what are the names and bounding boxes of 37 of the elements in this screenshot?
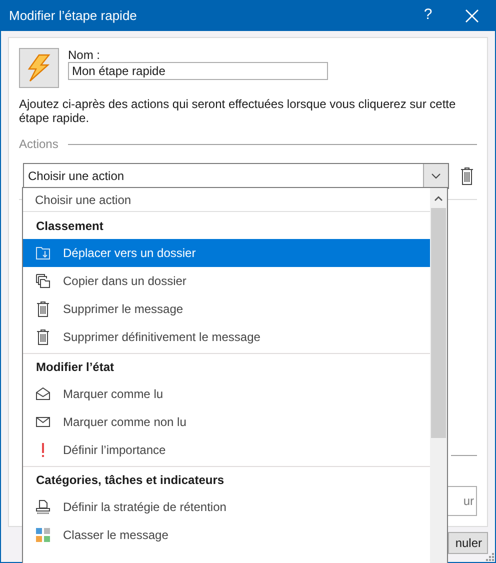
group-header: Catégories, tâches et indicateurs bbox=[36, 472, 224, 489]
copy-icon bbox=[35, 273, 51, 289]
help-button[interactable]: ? bbox=[413, 0, 443, 30]
scrollbar-thumb[interactable] bbox=[431, 208, 446, 438]
dropdown-item[interactable]: Classer le message bbox=[23, 521, 430, 549]
shredder-icon bbox=[35, 499, 51, 515]
trash-icon bbox=[35, 301, 51, 317]
cancel-button[interactable]: nuler bbox=[448, 532, 488, 554]
group-header: Classement bbox=[36, 218, 104, 234]
dropdown-item[interactable]: Supprimer définitivement le message bbox=[23, 323, 430, 351]
window-title: Modifier l’étape rapide bbox=[9, 6, 138, 25]
dropdown-item[interactable]: Supprimer le message bbox=[23, 295, 430, 323]
dropdown-item[interactable]: Déplacer vers un dossier bbox=[23, 239, 430, 267]
lightning-icon bbox=[27, 54, 51, 82]
resize-grip-icon bbox=[486, 553, 494, 561]
description-text: Ajoutez ci-après des actions qui seront effectuées lorsque vous cliquerez sur cette étape rapide. bbox=[19, 97, 457, 125]
dropdown-item[interactable]: Marquer comme lu bbox=[23, 380, 430, 408]
envelope-icon bbox=[35, 414, 51, 430]
categories-icon bbox=[35, 527, 51, 543]
name-input[interactable]: Mon étape rapide bbox=[68, 62, 328, 80]
trash-icon bbox=[35, 329, 51, 345]
dropdown-item[interactable]: Marquer comme non lu bbox=[23, 408, 430, 436]
dropdown-item[interactable]: Définir la stratégie de rétention bbox=[23, 493, 430, 521]
name-label: Nom : bbox=[68, 48, 102, 62]
chevron-down-icon bbox=[431, 173, 441, 179]
dropdown-item[interactable]: Copier dans un dossier bbox=[23, 267, 430, 295]
scroll-up-icon[interactable] bbox=[434, 196, 443, 200]
dropdown-option[interactable]: Choisir une action bbox=[23, 188, 430, 212]
dropdown-item[interactable]: Définir l’importance bbox=[23, 436, 430, 464]
partial-button[interactable]: ur bbox=[447, 486, 477, 516]
group-header: Modifier l’état bbox=[36, 359, 114, 376]
actions-legend: Actions bbox=[19, 135, 58, 153]
close-icon bbox=[465, 8, 479, 22]
open-envelope-icon bbox=[35, 386, 51, 402]
trash-icon bbox=[460, 167, 474, 185]
folder-move-icon bbox=[35, 245, 51, 261]
delete-button[interactable] bbox=[460, 167, 474, 185]
